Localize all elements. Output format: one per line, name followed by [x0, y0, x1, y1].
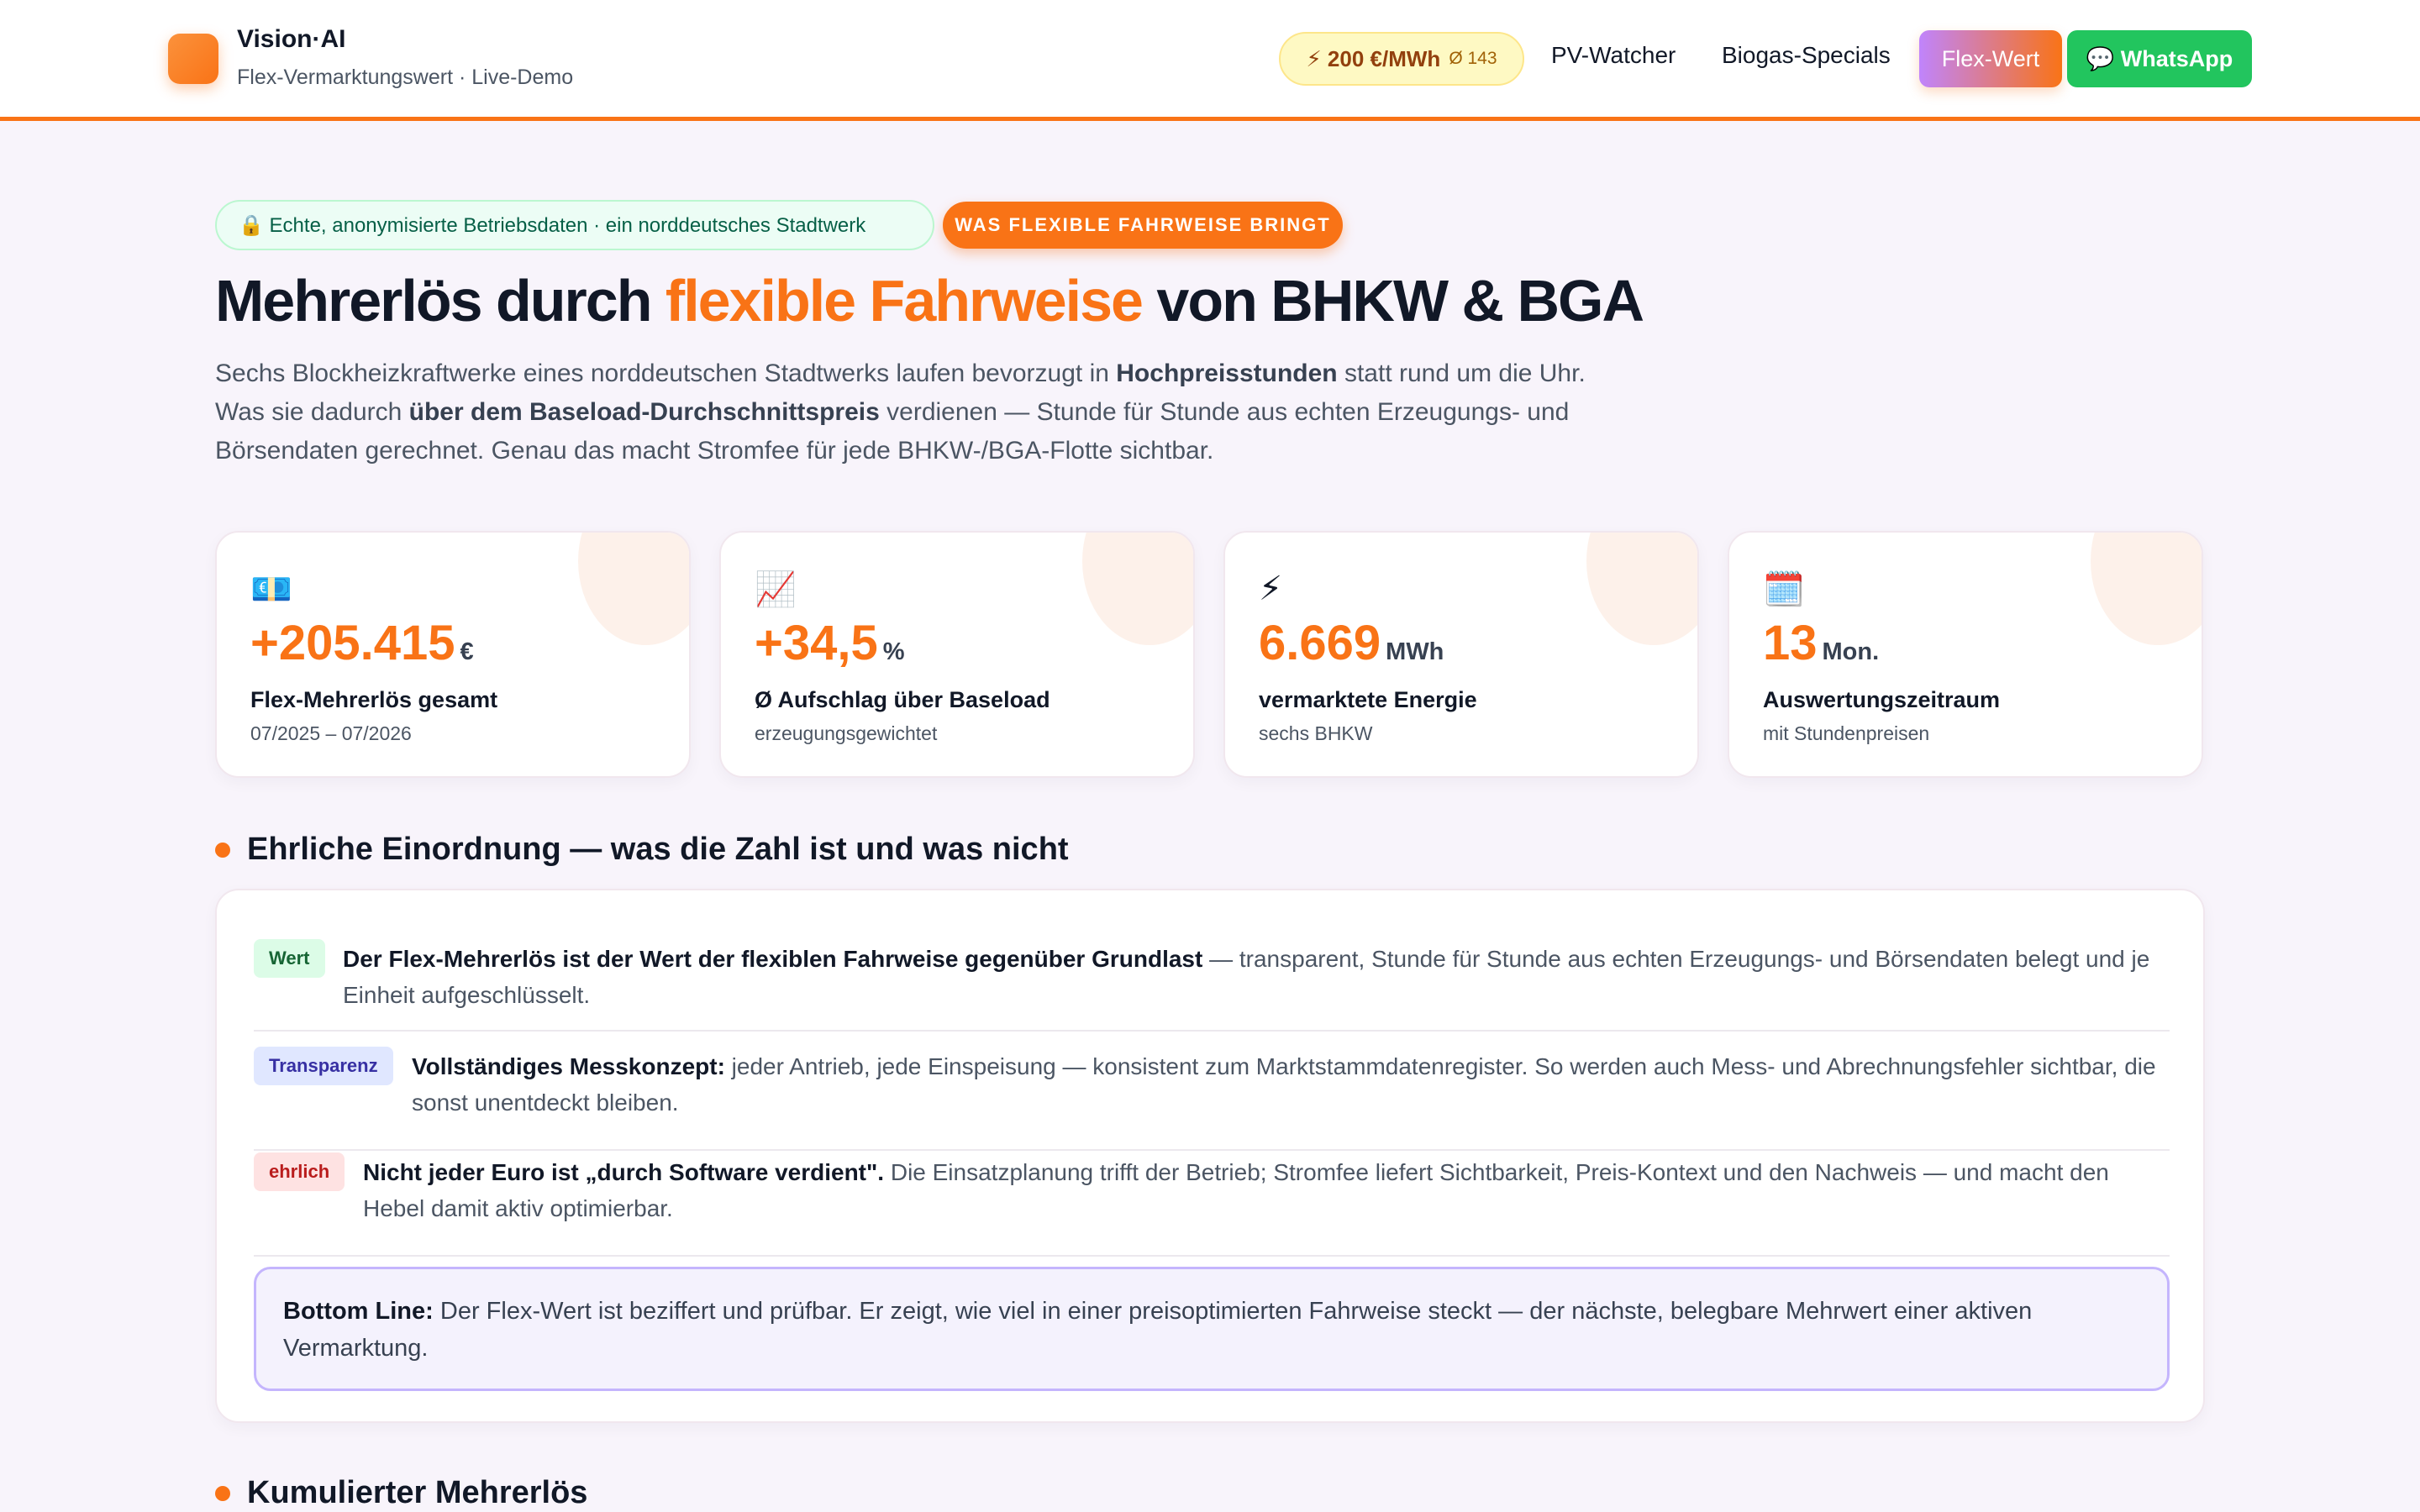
assessment-row-ehrlich: ehrlich Nicht jeder Euro ist „durch Soft… [254, 1152, 2170, 1257]
whatsapp-button[interactable]: 💬 WhatsApp [2067, 30, 2252, 87]
brand-subtitle: Flex-Vermarktungswert · Live-Demo [237, 66, 574, 89]
calendar-icon: 🗓️ [1763, 571, 1805, 608]
top-navigation-bar: Vision·AI Flex-Vermarktungswert · Live-D… [0, 0, 2420, 121]
stat-sublabel: 07/2025 – 07/2026 [250, 722, 412, 744]
stat-number: +34,5 [755, 616, 878, 670]
card-decoration [2091, 533, 2202, 645]
hero-text-1: Sechs Blockheizkraftwerke eines norddeut… [215, 360, 1117, 387]
assessment-panel: Wert Der Flex-Mehrerlös ist der Wert der… [215, 889, 2205, 1423]
stat-unit: % [882, 638, 905, 665]
stat-label: vermarktete Energie [1259, 687, 1477, 712]
stat-sublabel: erzeugungsgewichtet [755, 722, 938, 744]
card-decoration [578, 533, 689, 645]
brand-name[interactable]: Vision·AI [237, 25, 345, 54]
row-text: Der Flex-Mehrerlös ist der Wert der flex… [343, 941, 2170, 1013]
stat-sublabel: mit Stundenpreisen [1763, 722, 1930, 744]
assessment-row-transparenz: Transparenz Vollständiges Messkonzept: j… [254, 1047, 2170, 1151]
stat-card-baseload-premium: 📈 +34,5% Ø Aufschlag über Baseload erzeu… [719, 531, 1195, 778]
hero-text-bold-1: Hochpreisstunden [1116, 360, 1338, 387]
live-price-value: ⚡ 200 €/MWh [1306, 45, 1441, 71]
row-text-bold: Der Flex-Mehrerlös ist der Wert der flex… [343, 946, 1203, 972]
stat-label: Ø Aufschlag über Baseload [755, 687, 1050, 712]
stat-label: Flex-Mehrerlös gesamt [250, 687, 498, 712]
stat-unit: MWh [1386, 638, 1444, 665]
tag-ehrlich: ehrlich [254, 1152, 345, 1191]
section-title: Kumulierter Mehrerlös [247, 1475, 588, 1510]
tag-wert: Wert [254, 939, 325, 978]
row-text-bold: Vollständiges Messkonzept: [412, 1053, 725, 1079]
euro-banknote-icon: 💶 [250, 571, 292, 608]
assessment-row-wert: Wert Der Flex-Mehrerlös ist der Wert der… [254, 939, 2170, 1032]
stat-label: Auswertungszeitraum [1763, 687, 2001, 712]
chart-increasing-icon: 📈 [755, 571, 797, 608]
bullet-dot-icon [215, 1485, 230, 1501]
row-text-bold: Nicht jeder Euro ist „durch Software ver… [363, 1159, 885, 1185]
stat-card-period: 🗓️ 13 Mon. Auswertungszeitraum mit Stunde… [1728, 531, 2203, 778]
stat-number: 6.669 [1259, 616, 1381, 670]
brand-logo-icon[interactable] [168, 34, 218, 84]
section-heading-cumulative: Kumulierter Mehrerlös [215, 1475, 587, 1511]
page-title: Mehrerlös durch flexible Fahrweise von B… [215, 267, 2148, 334]
card-decoration [1586, 533, 1697, 645]
title-part-2: von BHKW & BGA [1141, 268, 1644, 333]
anonymized-data-badge: 🔒 Echte, anonymisierte Betriebsdaten · e… [215, 200, 934, 250]
live-price-badge[interactable]: ⚡ 200 €/MWh Ø 143 [1279, 32, 1524, 86]
stat-card-flex-revenue: 💶 +205.415 € Flex-Mehrerlös gesamt 07/202… [215, 531, 691, 778]
section-heading-assessment: Ehrliche Einordnung — was die Zahl ist u… [215, 832, 1069, 868]
stat-value: 13 Mon. [1763, 615, 1879, 671]
title-part-1: Mehrerlös durch [215, 268, 666, 333]
nav-link-biogas-specials[interactable]: Biogas-Specials [1722, 42, 1891, 69]
card-decoration [1082, 533, 1193, 645]
row-text: Nicht jeder Euro ist „durch Software ver… [363, 1154, 2170, 1226]
lightning-icon: ⚡ [1259, 570, 1283, 607]
bottom-line-text: Der Flex-Wert ist beziffert und prüfbar.… [283, 1298, 2033, 1362]
nav-link-pv-watcher[interactable]: PV-Watcher [1551, 42, 1676, 69]
stat-number: 13 [1763, 616, 1818, 670]
hero-text-bold-2: über dem Baseload-Durchschnittspreis [408, 398, 880, 426]
stat-value: +205.415 € [250, 615, 474, 671]
stat-number: +205.415 [250, 616, 455, 670]
section-kicker-badge: WAS FLEXIBLE FAHRWEISE BRINGT [943, 202, 1343, 249]
row-text: Vollständiges Messkonzept: jeder Antrieb… [412, 1048, 2170, 1121]
stat-value: 6.669 MWh [1259, 615, 1444, 671]
stat-unit: Mon. [1822, 638, 1880, 665]
stat-sublabel: sechs BHKW [1259, 722, 1373, 744]
stat-unit: € [460, 638, 474, 665]
stat-value: +34,5% [755, 615, 905, 671]
flex-wert-button[interactable]: Flex-Wert [1919, 30, 2062, 87]
tag-transparenz: Transparenz [254, 1047, 393, 1085]
hero-description: Sechs Blockheizkraftwerke eines norddeut… [215, 354, 1610, 470]
bullet-dot-icon [215, 842, 230, 858]
section-title: Ehrliche Einordnung — was die Zahl ist u… [247, 832, 1069, 867]
bottom-line-callout: Bottom Line: Der Flex-Wert ist beziffert… [254, 1267, 2170, 1391]
bottom-line-label: Bottom Line: [283, 1298, 434, 1325]
average-price-value: Ø 143 [1449, 49, 1497, 68]
stat-card-energy: ⚡ 6.669 MWh vermarktete Energie sechs BHK… [1223, 531, 1699, 778]
title-accent: flexible Fahrweise [665, 268, 1144, 333]
